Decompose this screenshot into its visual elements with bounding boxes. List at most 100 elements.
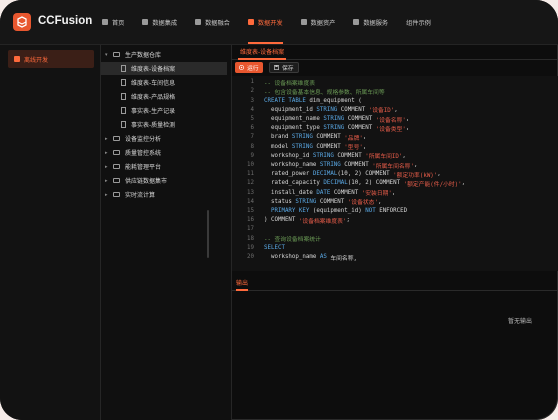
tab-editor-file[interactable]: 维度表-设备档案 (238, 45, 287, 60)
save-button[interactable]: 保存 (269, 62, 299, 73)
code-line: 19 SELECT (232, 244, 285, 253)
tree-folder[interactable]: ▸ 实时流计算 (101, 188, 227, 201)
folder-icon (113, 52, 120, 57)
code-token: , (437, 171, 441, 178)
nav-item-5[interactable]: 数据服务 (344, 0, 397, 44)
code-token: equipment_name (264, 116, 324, 123)
code-token: COMMENT (344, 162, 373, 169)
tree-file[interactable]: 维度表-车间信息 (101, 76, 227, 89)
code-token: , (391, 189, 396, 196)
code-token: SELECT (264, 244, 285, 251)
chevron-down-icon[interactable]: ▾ (105, 52, 113, 58)
tree-folder[interactable]: ▾ 生产数据仓库 (101, 48, 227, 61)
nav-item-6[interactable]: 组件示例 (397, 0, 440, 44)
nav-item-2[interactable]: 数据融合 (186, 0, 239, 44)
tree-folder[interactable]: ▸ 设备监控分析 (101, 132, 227, 145)
tree-file[interactable]: 事实表-质量检测 (101, 118, 227, 131)
code-line: 20 workshop_name AS 车间名称, (232, 253, 357, 262)
code-token: COMMENT (347, 125, 376, 132)
code-token: '所属车间名称' (372, 163, 414, 170)
tree-file[interactable]: 维度表-设备档案 (101, 62, 227, 75)
code-token: , (405, 125, 410, 132)
file-icon (121, 65, 126, 72)
code-token: STRING (316, 106, 341, 113)
code-token: COMMENT (319, 198, 348, 205)
code-token: STRING (319, 162, 345, 169)
code-icon (14, 56, 20, 62)
code-token: PRIMARY KEY (270, 208, 313, 215)
line-number: 3 (250, 97, 255, 104)
code-token: NOT (365, 208, 380, 215)
code-token: , (461, 180, 466, 187)
code-token: STRING (291, 134, 317, 141)
nav-item-3[interactable]: 数据开发 (239, 0, 292, 44)
nav-item-4[interactable]: 数据资产 (292, 0, 345, 44)
chevron-right-icon[interactable]: ▸ (105, 164, 113, 170)
nav-item-label: 数据资产 (310, 19, 336, 27)
tree-folder[interactable]: ▸ 质量管控系统 (101, 146, 227, 159)
code-line: 3 CREATE TABLE dim_equipment ( (232, 96, 362, 105)
code-token: workshop_id (264, 152, 313, 159)
tree-folder[interactable]: ▸ 供应链数据集市 (101, 174, 227, 187)
code-token: STRING (295, 198, 320, 205)
nav-item-label: 数据开发 (257, 19, 283, 27)
save-label: 保存 (282, 66, 294, 72)
chevron-right-icon[interactable]: ▸ (105, 178, 113, 184)
code-token: , (405, 116, 410, 123)
code-token: '型号' (344, 145, 363, 152)
sidebar-item-label: 离线开发 (24, 56, 49, 64)
code-token: , (377, 198, 382, 205)
folder-icon (113, 150, 120, 155)
chevron-right-icon[interactable]: ▸ (105, 192, 113, 198)
code-token: DECIMAL (323, 180, 348, 187)
tree-folder[interactable]: ▸ 能耗管理平台 (101, 160, 227, 173)
run-button[interactable]: 运行 (235, 62, 263, 73)
line-number: 19 (247, 244, 254, 251)
tree-file[interactable]: 维度表-产品规格 (101, 90, 227, 103)
tree-label: 维度表-车间信息 (131, 80, 176, 87)
save-icon (274, 65, 279, 70)
run-label: 运行 (247, 66, 259, 72)
code-token: 车间名称, (330, 255, 358, 262)
code-token: '额定功率(kW)' (393, 172, 438, 179)
line-number: 16 (247, 217, 254, 224)
code-line: 17 (232, 225, 264, 234)
nav-item-0[interactable]: 首页 (93, 0, 133, 44)
line-number: 13 (247, 189, 254, 196)
code-token: rated_power (264, 171, 313, 178)
code-line: 4 equipment_id STRING COMMENT '设备ID', (232, 106, 398, 115)
tree-scrollbar[interactable] (207, 210, 209, 258)
sidebar: 离线开发 (0, 45, 101, 420)
line-number: 5 (250, 116, 255, 123)
tree-file[interactable]: 事实表-生产记录 (101, 104, 227, 117)
line-number: 2 (250, 88, 255, 95)
code-token: COMMENT (347, 116, 376, 123)
code-token: equipment_type (264, 125, 324, 132)
line-number: 11 (247, 171, 254, 178)
code-token: COMMENT (340, 106, 369, 113)
chevron-right-icon[interactable]: ▸ (105, 150, 113, 156)
code-token: , (402, 152, 406, 159)
tab-output[interactable]: 输出 (236, 278, 249, 291)
code-line: 15 PRIMARY KEY (equipment_id) NOT ENFORC… (232, 207, 407, 216)
code-token: '所属车间ID' (365, 154, 403, 161)
code-token: model (264, 143, 292, 150)
code-token: DECIMAL (312, 171, 338, 178)
tree-label: 事实表-生产记录 (131, 108, 176, 115)
database-icon (300, 19, 307, 25)
code-token: ENFORCED (379, 208, 408, 215)
nav-item-label: 组件示例 (406, 19, 431, 27)
tree-label: 事实表-质量检测 (131, 122, 176, 129)
code-token: STRING (323, 125, 348, 132)
code-token: ; (346, 217, 350, 224)
nav-item-1[interactable]: 数据集成 (133, 0, 186, 44)
line-number: 7 (250, 134, 255, 141)
code-editor[interactable]: 1 -- 设备档案维度表 2 -- 包含设备基本信息、规格参数、所属车间等 3 CREAT… (232, 76, 558, 271)
nav-item-label: 数据融合 (205, 19, 230, 27)
play-icon (239, 65, 244, 70)
code-line: 5 equipment_name STRING COMMENT '设备名称', (232, 115, 410, 124)
line-number: 12 (247, 180, 254, 187)
chevron-right-icon[interactable]: ▸ (105, 136, 113, 142)
sidebar-item-offline-dev[interactable]: 离线开发 (8, 50, 94, 68)
